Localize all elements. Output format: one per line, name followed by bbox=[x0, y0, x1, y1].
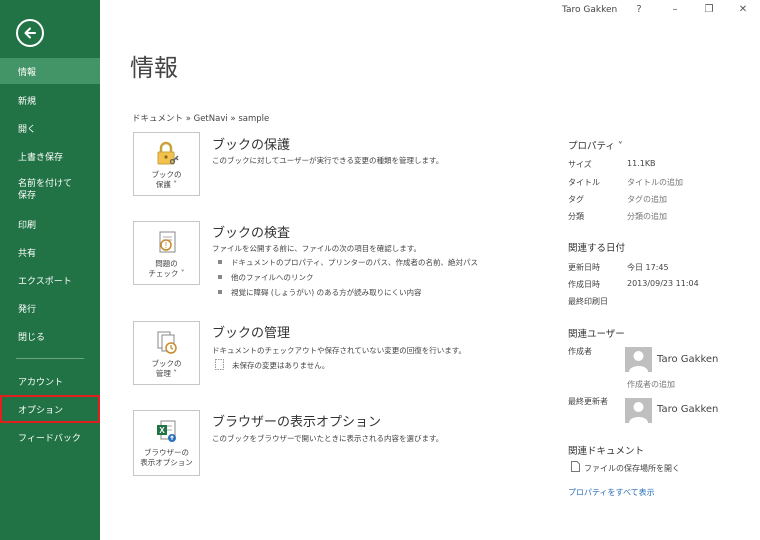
browser-view-options-button[interactable]: X ブラウザーの 表示オプション bbox=[133, 410, 200, 476]
svg-text:X: X bbox=[159, 426, 165, 435]
protect-workbook-button[interactable]: ブックの 保護 ˅ bbox=[133, 132, 200, 196]
nav-publish[interactable]: 発行 bbox=[0, 295, 100, 321]
nav-account[interactable]: アカウント bbox=[0, 368, 100, 394]
modified-date-value: 今日 17:45 bbox=[627, 263, 669, 272]
related-documents-heading: 関連ドキュメント bbox=[568, 446, 645, 457]
properties-heading[interactable]: プロパティ ˅ bbox=[568, 138, 623, 152]
nav-close[interactable]: 閉じる bbox=[0, 323, 100, 349]
nav-info[interactable]: 情報 bbox=[0, 58, 100, 84]
manage-status: 未保存の変更はありません。 bbox=[232, 361, 330, 370]
backstage-sidebar: 情報 新規 開く 上書き保存 名前を付けて 保存 印刷 共有 エクスポート 発行… bbox=[0, 0, 100, 540]
property-size-value: 11.1KB bbox=[627, 159, 656, 168]
close-button[interactable]: ✕ bbox=[734, 4, 752, 18]
check-issues-button[interactable]: ! 問題の チェック ˅ bbox=[133, 221, 200, 285]
user-silhouette-icon bbox=[629, 402, 648, 423]
nav-save-as[interactable]: 名前を付けて 保存 bbox=[0, 175, 100, 205]
protect-button-label: ブックの 保護 ˅ bbox=[151, 170, 182, 189]
inspect-bullet-text: 視覚に障碍 (しょうがい) のある方が読み取りにくい内容 bbox=[231, 288, 422, 297]
user-silhouette-icon bbox=[629, 351, 648, 372]
title-bar: Taro Gakken ? – ❐ ✕ bbox=[100, 0, 760, 24]
manage-workbook-button[interactable]: ブックの 管理 ˅ bbox=[133, 321, 200, 385]
nav-options[interactable]: オプション bbox=[0, 395, 100, 423]
inspect-bullet: 他のファイルへのリンク bbox=[218, 272, 314, 283]
created-date-value: 2013/09/23 11:04 bbox=[627, 279, 699, 288]
author-avatar bbox=[625, 347, 652, 372]
manage-versions-icon bbox=[157, 331, 177, 354]
document-icon bbox=[571, 461, 580, 472]
property-label: サイズ bbox=[568, 160, 592, 169]
modifier-avatar bbox=[625, 398, 652, 423]
nav-export[interactable]: エクスポート bbox=[0, 267, 100, 293]
back-arrow-icon bbox=[24, 27, 36, 39]
manage-button-label: ブックの 管理 ˅ bbox=[151, 359, 182, 378]
nav-print[interactable]: 印刷 bbox=[0, 211, 100, 237]
svg-text:!: ! bbox=[164, 241, 166, 250]
minimize-button[interactable]: – bbox=[666, 4, 684, 18]
breadcrumb: ドキュメント » GetNavi » sample bbox=[132, 114, 270, 124]
restore-button[interactable]: ❐ bbox=[700, 4, 718, 18]
nav-share[interactable]: 共有 bbox=[0, 239, 100, 265]
property-category-input[interactable]: 分類の追加 bbox=[627, 211, 667, 222]
related-people-heading: 関連ユーザー bbox=[568, 329, 625, 340]
inspect-title: ブックの検査 bbox=[212, 226, 291, 241]
author-label: 作成者 bbox=[568, 347, 592, 356]
modifier-name[interactable]: Taro Gakken bbox=[657, 404, 718, 415]
property-label: タグ bbox=[568, 195, 584, 204]
browser-options-description: このブックをブラウザーで開いたときに表示される内容を選びます。 bbox=[212, 434, 444, 443]
inspect-document-icon: ! bbox=[159, 231, 175, 253]
property-tags-input[interactable]: タグの追加 bbox=[627, 194, 667, 205]
property-label: 分類 bbox=[568, 212, 584, 221]
last-modified-by-label: 最終更新者 bbox=[568, 397, 608, 406]
property-title-input[interactable]: タイトルの追加 bbox=[627, 177, 683, 188]
author-name[interactable]: Taro Gakken bbox=[657, 354, 718, 365]
inspect-description: ファイルを公開する前に、ファイルの次の項目を確認します。 bbox=[212, 244, 422, 253]
manage-title: ブックの管理 bbox=[212, 326, 291, 341]
browser-options-button-label: ブラウザーの 表示オプション bbox=[140, 448, 193, 467]
inspect-bullet: 視覚に障碍 (しょうがい) のある方が読み取りにくい内容 bbox=[218, 287, 421, 298]
nav-feedback[interactable]: フィードバック bbox=[0, 424, 100, 450]
protect-description: このブックに対してユーザーが実行できる変更の種類を管理します。 bbox=[212, 156, 444, 165]
date-label: 作成日時 bbox=[568, 280, 600, 289]
inspect-bullet: ドキュメントのプロパティ、プリンターのパス、作成者の名前、絶対パス bbox=[218, 257, 478, 268]
nav-new[interactable]: 新規 bbox=[0, 87, 100, 113]
browser-options-title: ブラウザーの表示オプション bbox=[212, 415, 382, 430]
inspect-bullet-text: 他のファイルへのリンク bbox=[231, 273, 314, 282]
signed-in-user[interactable]: Taro Gakken bbox=[562, 5, 617, 15]
nav-save[interactable]: 上書き保存 bbox=[0, 143, 100, 169]
help-button[interactable]: ? bbox=[630, 4, 648, 18]
add-author-input[interactable]: 作成者の追加 bbox=[627, 379, 675, 390]
nav-open[interactable]: 開く bbox=[0, 115, 100, 141]
no-changes-icon bbox=[215, 359, 224, 370]
excel-web-icon: X bbox=[156, 420, 176, 442]
check-issues-button-label: 問題の チェック ˅ bbox=[148, 259, 185, 278]
date-label: 最終印刷日 bbox=[568, 297, 608, 306]
inspect-bullet-text: ドキュメントのプロパティ、プリンターのパス、作成者の名前、絶対パス bbox=[231, 258, 479, 267]
date-label: 更新日時 bbox=[568, 263, 600, 272]
protect-title: ブックの保護 bbox=[212, 138, 291, 153]
page-title: 情報 bbox=[130, 54, 178, 82]
manage-description: ドキュメントのチェックアウトや保存されていない変更の回復を行います。 bbox=[212, 346, 467, 355]
lock-key-icon bbox=[157, 141, 179, 165]
back-button[interactable] bbox=[16, 19, 44, 47]
show-all-properties-link[interactable]: プロパティをすべて表示 bbox=[568, 487, 655, 498]
property-label: タイトル bbox=[568, 178, 600, 187]
related-dates-heading: 関連する日付 bbox=[568, 243, 626, 254]
sidebar-divider bbox=[16, 358, 84, 359]
open-file-location-link[interactable]: ファイルの保存場所を開く bbox=[584, 463, 680, 474]
